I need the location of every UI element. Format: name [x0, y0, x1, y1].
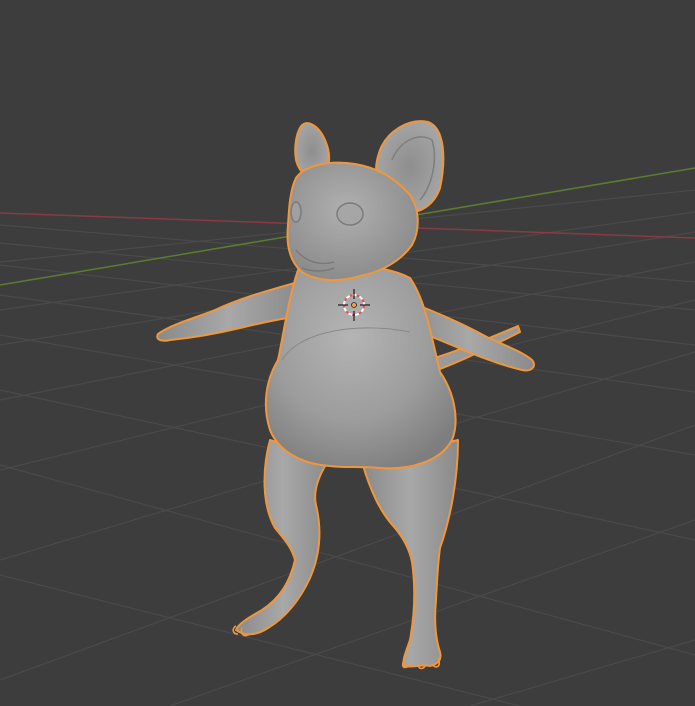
mouse-body[interactable]	[264, 263, 457, 470]
3d-viewport[interactable]	[0, 0, 695, 706]
viewport-canvas[interactable]	[0, 0, 695, 706]
mouse-leg-left[interactable]	[235, 439, 331, 636]
mouse-eye-left	[290, 201, 302, 223]
mouse-eye-right	[336, 202, 364, 226]
object-origin-dot	[351, 302, 357, 308]
